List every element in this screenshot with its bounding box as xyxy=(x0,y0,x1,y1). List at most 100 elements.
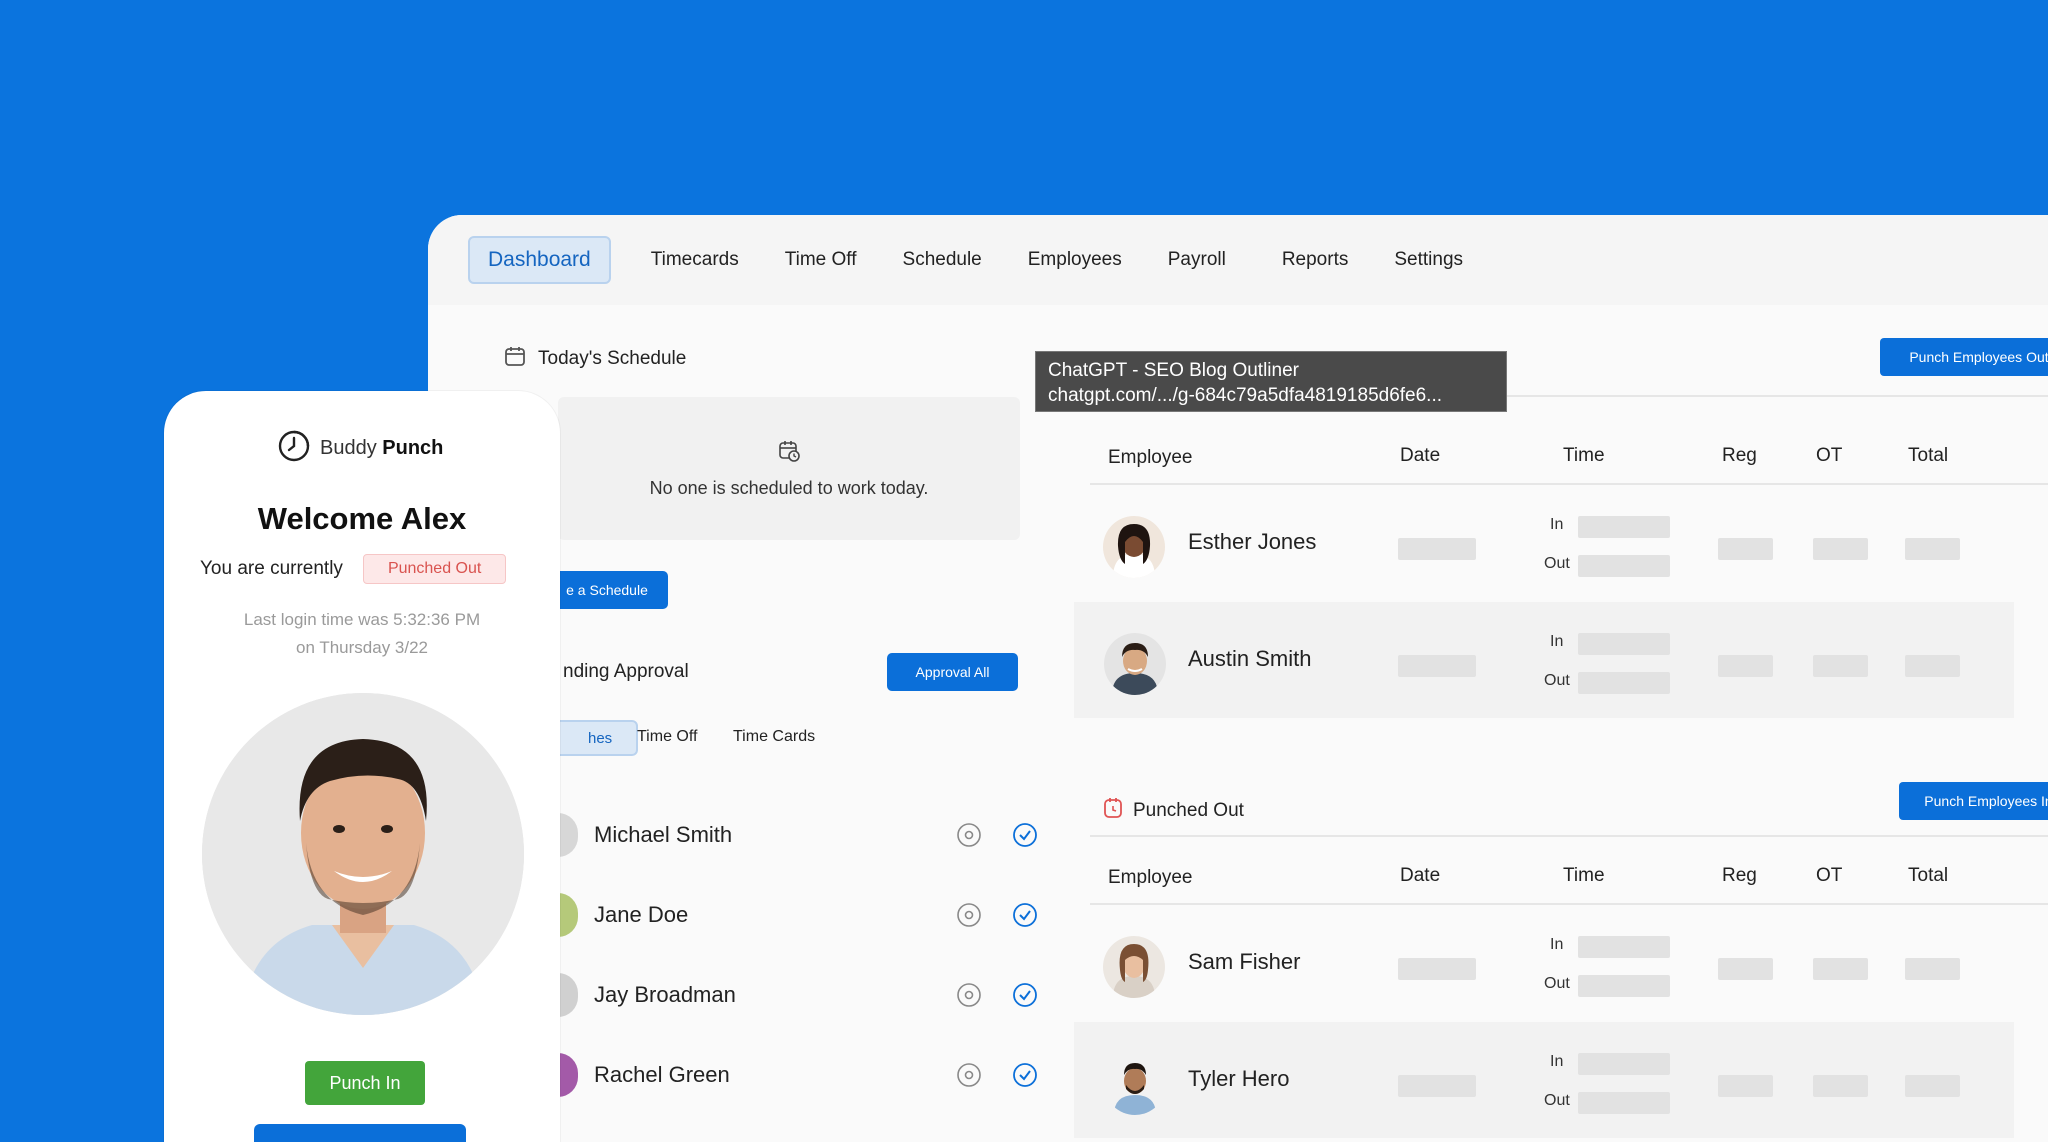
eye-icon[interactable] xyxy=(956,902,982,928)
empty-schedule-message: No one is scheduled to work today. xyxy=(649,477,929,498)
avatar xyxy=(1104,633,1166,695)
in-label: In xyxy=(1550,633,1564,650)
punch-employees-out-button[interactable]: Punch Employees Out xyxy=(1880,338,2048,376)
welcome-heading: Welcome Alex xyxy=(257,501,467,536)
tab-time-cards[interactable]: Time Cards xyxy=(733,728,815,746)
brand-name-bold: Punch xyxy=(382,436,444,459)
punch-in-button[interactable]: Punch In xyxy=(305,1061,425,1105)
schedule-title: Today's Schedule xyxy=(538,348,687,369)
col-employee: Employee xyxy=(1108,867,1193,888)
nav-dashboard[interactable]: Dashboard xyxy=(468,236,611,284)
time-in-placeholder xyxy=(1578,516,1670,538)
status-label: You are currently xyxy=(200,558,343,579)
calendar-icon xyxy=(504,345,526,373)
top-nav: Dashboard Timecards Time Off Schedule Em… xyxy=(428,215,2048,305)
mobile-app-card: Buddy Punch Welcome Alex You are current… xyxy=(164,391,560,1142)
check-circle-icon[interactable] xyxy=(1012,1062,1038,1088)
total-placeholder xyxy=(1905,1075,1960,1097)
nav-timecards[interactable]: Timecards xyxy=(629,236,761,284)
approval-name: Jane Doe xyxy=(594,902,689,927)
avatar xyxy=(558,813,578,857)
time-out-placeholder xyxy=(1578,975,1670,997)
calendar-clock-icon xyxy=(777,439,801,468)
brand-name-light: Buddy xyxy=(320,436,377,459)
brand-logo: Buddy Punch xyxy=(276,427,443,469)
reg-placeholder xyxy=(1718,655,1773,677)
table-row[interactable]: Esther Jones In Out xyxy=(1078,485,2048,601)
approval-row: Jay Broadman xyxy=(558,973,1038,1017)
avatar xyxy=(1103,936,1165,998)
last-login-time: Last login time was 5:32:36 PM xyxy=(243,610,481,629)
tab-punches[interactable]: hes xyxy=(548,720,638,756)
in-label: In xyxy=(1550,936,1564,953)
divider xyxy=(1090,835,2048,837)
out-label: Out xyxy=(1544,555,1570,572)
approve-all-button[interactable]: Approval All xyxy=(887,653,1018,691)
ot-placeholder xyxy=(1813,1075,1868,1097)
employee-name: Tyler Hero xyxy=(1188,1066,1290,1091)
check-circle-icon[interactable] xyxy=(1012,902,1038,928)
time-out-placeholder xyxy=(1578,555,1670,577)
tooltip-title: ChatGPT - SEO Blog Outliner xyxy=(1048,360,1299,381)
approval-row: Michael Smith xyxy=(558,813,1038,857)
table-row[interactable]: Austin Smith In Out xyxy=(1074,602,2014,718)
out-label: Out xyxy=(1544,1092,1570,1109)
clock-logo-icon xyxy=(276,427,312,469)
ot-placeholder xyxy=(1813,655,1868,677)
total-placeholder xyxy=(1905,538,1960,560)
punch-employees-in-button[interactable]: Punch Employees In xyxy=(1899,782,2048,820)
avatar xyxy=(558,893,578,937)
status-badge: Punched Out xyxy=(362,554,507,584)
time-out-placeholder xyxy=(1578,1092,1670,1114)
tooltip-url: chatgpt.com/.../g-684c79a5dfa4819185d6fe… xyxy=(1048,385,1443,406)
avatar xyxy=(1104,1053,1166,1115)
status-row: You are currently Punched Out xyxy=(200,554,507,584)
ot-placeholder xyxy=(1813,538,1868,560)
eye-icon[interactable] xyxy=(956,1062,982,1088)
col-employee: Employee xyxy=(1108,447,1193,468)
in-label: In xyxy=(1550,1053,1564,1070)
date-placeholder xyxy=(1398,958,1476,980)
col-date: Date xyxy=(1400,445,1441,466)
col-ot: OT xyxy=(1816,445,1843,466)
nav-settings[interactable]: Settings xyxy=(1372,236,1485,284)
approval-name: Jay Broadman xyxy=(594,982,736,1007)
add-schedule-button[interactable]: e a Schedule xyxy=(546,571,668,609)
total-placeholder xyxy=(1905,655,1960,677)
profile-photo xyxy=(202,693,524,1015)
eye-icon[interactable] xyxy=(956,822,982,848)
last-login-date: on Thursday 3/22 xyxy=(296,638,428,657)
avatar xyxy=(1103,516,1165,578)
secondary-action-button[interactable] xyxy=(254,1124,466,1142)
clock-badge-icon xyxy=(1103,797,1123,825)
nav-payroll[interactable]: Payroll xyxy=(1146,236,1248,284)
check-circle-icon[interactable] xyxy=(1012,982,1038,1008)
reg-placeholder xyxy=(1718,1075,1773,1097)
nav-reports[interactable]: Reports xyxy=(1260,236,1371,284)
col-ot: OT xyxy=(1816,865,1843,886)
nav-schedule[interactable]: Schedule xyxy=(881,236,1004,284)
nav-time-off[interactable]: Time Off xyxy=(763,236,879,284)
schedule-header: Today's Schedule xyxy=(504,345,686,373)
out-label: Out xyxy=(1544,672,1570,689)
table-row[interactable]: Sam Fisher In Out xyxy=(1078,905,2048,1021)
approval-row: Rachel Green xyxy=(558,1053,1038,1097)
col-reg: Reg xyxy=(1722,445,1757,466)
date-placeholder xyxy=(1398,655,1476,677)
date-placeholder xyxy=(1398,1075,1476,1097)
approval-row: Jane Doe xyxy=(558,893,1038,937)
check-circle-icon[interactable] xyxy=(1012,822,1038,848)
punched-out-header: Punched Out xyxy=(1103,797,1244,825)
eye-icon[interactable] xyxy=(956,982,982,1008)
reg-placeholder xyxy=(1718,538,1773,560)
employee-name: Austin Smith xyxy=(1188,646,1312,671)
last-login-info: Last login time was 5:32:36 PM on Thursd… xyxy=(164,606,560,662)
in-label: In xyxy=(1550,516,1564,533)
time-in-placeholder xyxy=(1578,1053,1670,1075)
nav-employees[interactable]: Employees xyxy=(1006,236,1144,284)
punched-out-title: Punched Out xyxy=(1133,800,1244,821)
tab-time-off[interactable]: Time Off xyxy=(637,728,697,746)
table-row[interactable]: Tyler Hero In Out xyxy=(1074,1022,2014,1138)
pending-approval-title: nding Approval xyxy=(563,661,689,682)
total-placeholder xyxy=(1905,958,1960,980)
